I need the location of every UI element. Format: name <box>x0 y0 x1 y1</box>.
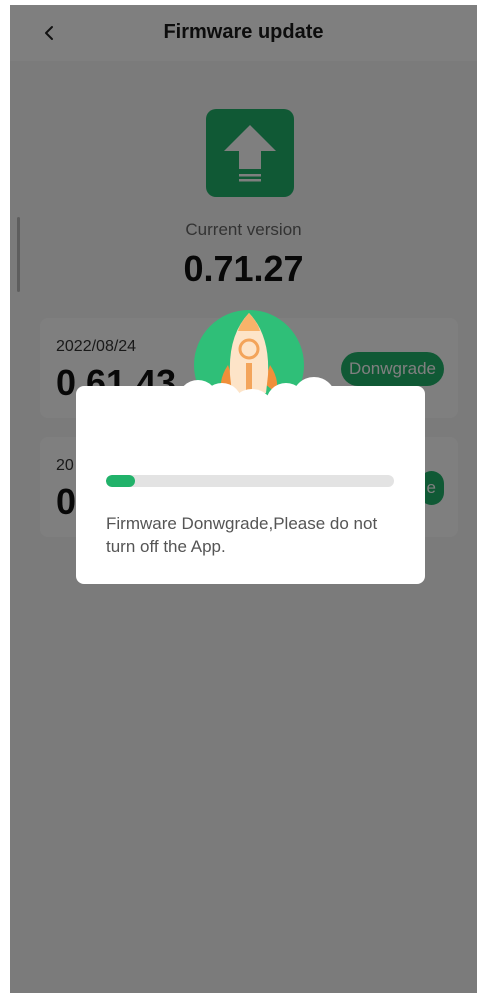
dialog-message: Firmware Donwgrade,Please do not turn of… <box>106 514 378 556</box>
rocket-icon <box>156 305 356 445</box>
progress-bar-fill <box>106 475 135 487</box>
firmware-update-screen: Firmware update Current version 0.71.27 … <box>10 5 477 993</box>
progress-bar <box>106 475 394 487</box>
